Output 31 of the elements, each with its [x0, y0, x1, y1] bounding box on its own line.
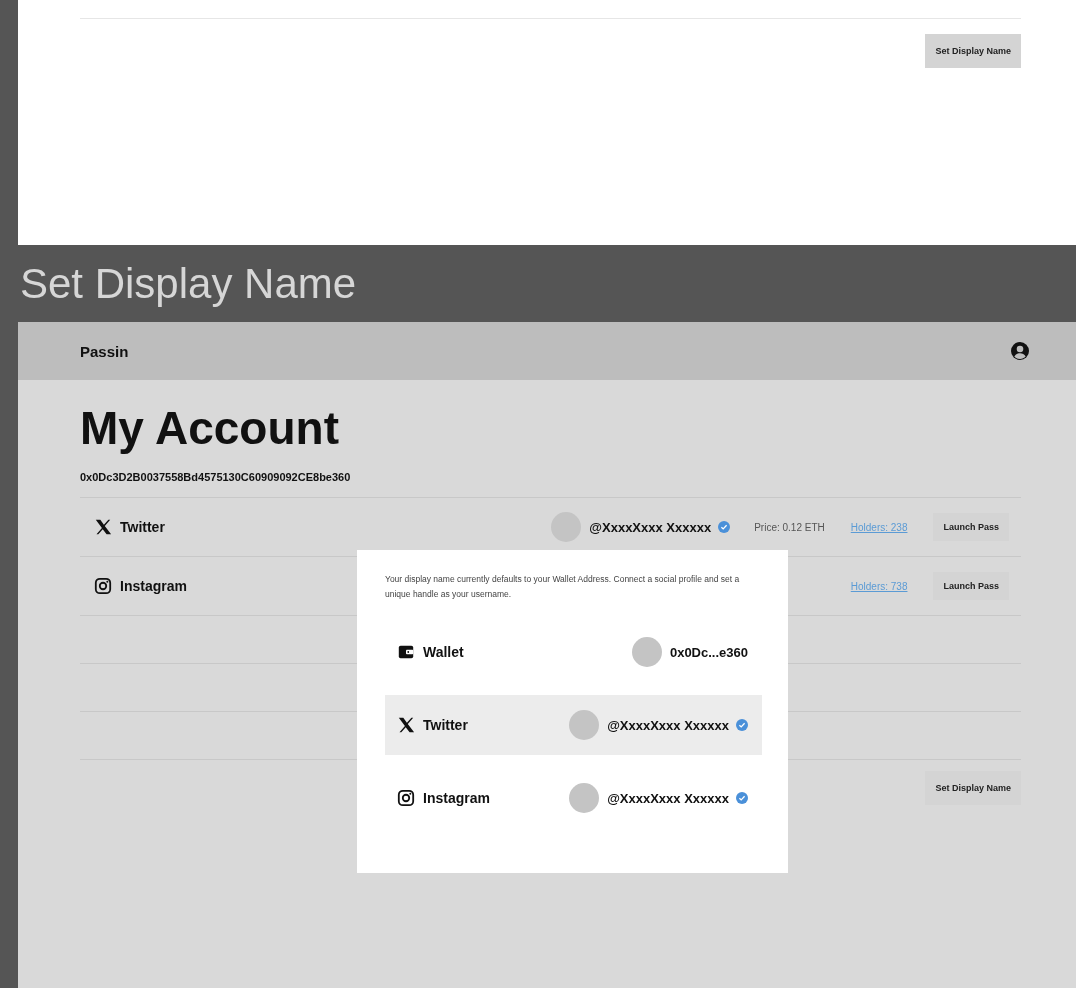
- brand-name: Passin: [80, 342, 129, 360]
- x-logo-icon: [397, 716, 415, 734]
- account-name: Wallet: [423, 644, 464, 660]
- account-handle: @XxxxXxxx Xxxxxx: [607, 717, 729, 733]
- avatar: [631, 637, 662, 667]
- account-name: Instagram: [120, 578, 187, 594]
- camera-logo-icon: [94, 577, 112, 595]
- account-name: Twitter: [423, 717, 468, 733]
- section-title: Set Display Name: [19, 259, 357, 308]
- account-option[interactable]: Twitter @XxxxXxxx Xxxxxx: [385, 695, 762, 755]
- page-title: My Account: [80, 402, 340, 454]
- avatar: [569, 710, 600, 740]
- account-handle: 0x0Dc...e360: [669, 644, 748, 660]
- x-logo-icon: [94, 518, 112, 536]
- dialog-message: Your display name currently defaults to your Wallet Address. Connect a social profile and set a unique handle as your username.: [385, 573, 741, 601]
- wallet-icon: [397, 643, 415, 661]
- avatar: [569, 783, 600, 813]
- account-handle: @XxxxXxxx Xxxxxx: [607, 790, 729, 806]
- camera-logo-icon: [397, 789, 415, 807]
- account-option[interactable]: Wallet 0x0Dc...e360: [385, 622, 762, 682]
- set-display-name-button[interactable]: Set Display Name: [925, 34, 1021, 68]
- wallet-address: 0x0Dc3D2B0037558Bd4575130C60909092CE8be360: [80, 471, 1021, 498]
- price-text: Price: 0.12 ETH: [754, 521, 825, 533]
- account-handle: @XxxxXxxx Xxxxxx: [589, 519, 712, 535]
- set-display-name-button[interactable]: Set Display Name: [925, 771, 1021, 805]
- account-option[interactable]: Instagram @XxxxXxxx Xxxxxx: [385, 768, 762, 828]
- account-name: Instagram: [423, 790, 490, 806]
- account-name: Twitter: [120, 519, 165, 535]
- user-icon[interactable]: [1010, 341, 1030, 361]
- launch-pass-button[interactable]: Launch Pass: [933, 513, 1009, 541]
- launch-pass-button[interactable]: Launch Pass: [933, 572, 1009, 600]
